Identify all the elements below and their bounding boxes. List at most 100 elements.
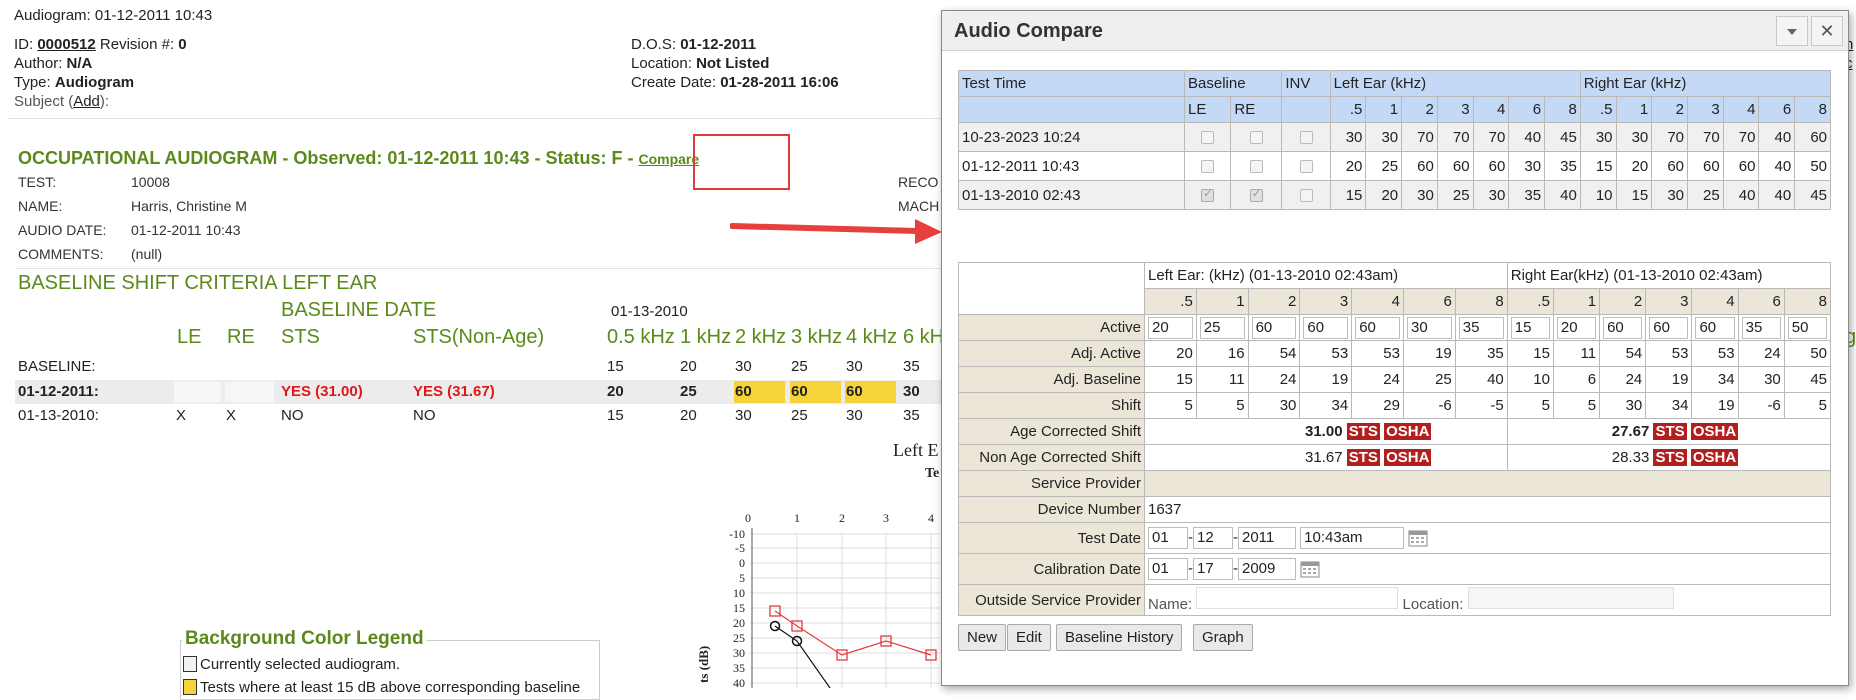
right-val: 70 [1651, 122, 1688, 152]
test-date-day-input[interactable]: 12 [1193, 527, 1233, 549]
legend-swatch-threshold [183, 679, 197, 695]
baseline-date-row-label: 01-13-2010: [18, 407, 99, 424]
edit-button[interactable]: Edit [1007, 624, 1051, 651]
age-corrected-right-value: 27.67 [1611, 423, 1650, 440]
graph-ytick-4: 10 [733, 586, 745, 600]
baseline-date-row-v1: 15 [607, 407, 624, 424]
id-label: ID: [14, 36, 34, 53]
outside-provider-fields: Name: Location: [1144, 584, 1831, 616]
selected-row-v2: 25 [680, 383, 697, 400]
calibration-day-input[interactable]: 17 [1193, 558, 1233, 580]
adj-baseline-left: 40 [1454, 366, 1508, 393]
baseline-row-v4: 25 [791, 358, 808, 375]
row-le-checkbox[interactable] [1183, 151, 1232, 181]
header-baseline: Baseline [1183, 70, 1283, 97]
calibration-year-input[interactable]: 2009 [1238, 558, 1296, 580]
divider [8, 118, 944, 119]
row-re-checkbox[interactable] [1230, 122, 1283, 152]
graph-ytick-8: 30 [733, 646, 745, 660]
graph-button[interactable]: Graph [1193, 624, 1253, 651]
calendar-icon[interactable] [1300, 560, 1320, 578]
test-date-month-input[interactable]: 01 [1148, 527, 1188, 549]
left-val: 40 [1544, 180, 1581, 210]
test-time-input[interactable]: 10:43am [1300, 527, 1405, 549]
subheader-le: LE [1183, 96, 1232, 123]
active-input-right[interactable]: 60 [1599, 314, 1647, 341]
service-provider-value[interactable] [1144, 470, 1831, 497]
graph-ytick-10: 40 [733, 676, 745, 688]
row-inv-checkbox[interactable] [1281, 151, 1331, 181]
active-input-left[interactable]: 60 [1299, 314, 1353, 341]
dos-value: 01-12-2011 [680, 36, 757, 53]
compare-row[interactable]: 10-23-2023 10:24 30 30 70 70 70 40 45 30… [958, 122, 1831, 152]
active-input-right[interactable]: 60 [1645, 314, 1693, 341]
osha-badge: OSHA [1690, 423, 1739, 440]
add-subject-link[interactable]: Add [73, 93, 100, 110]
selected-row-v4: 60 [791, 383, 808, 400]
adj-active-left: 35 [1454, 340, 1508, 367]
dos-line: D.O.S: 01-12-2011 [631, 36, 756, 53]
right-val: 20 [1615, 151, 1653, 181]
active-input-right[interactable]: 15 [1506, 314, 1554, 341]
active-input-left[interactable]: 30 [1402, 314, 1456, 341]
active-input-left[interactable]: 60 [1247, 314, 1301, 341]
col-sts: STS [281, 326, 320, 348]
selected-row-v1: 20 [607, 383, 624, 400]
active-input-right[interactable]: 60 [1691, 314, 1739, 341]
compare-row[interactable]: 01-12-2011 10:43 20 25 60 60 60 30 35 15… [958, 151, 1831, 181]
active-input-left[interactable]: 35 [1454, 314, 1508, 341]
outside-location-input[interactable] [1467, 587, 1674, 609]
row-inv-checkbox[interactable] [1281, 180, 1331, 210]
outside-name-input[interactable] [1196, 587, 1399, 609]
col-3khz: 3 kHz [791, 326, 843, 348]
service-provider-row: Service Provider [958, 470, 1831, 497]
row-re-checkbox[interactable] [1230, 180, 1283, 210]
author-value: N/A [66, 55, 93, 72]
close-icon[interactable]: ✕ [1811, 16, 1843, 46]
adj-baseline-right: 30 [1737, 366, 1785, 393]
baseline-history-button[interactable]: Baseline History [1056, 624, 1183, 651]
subject-end: ): [99, 93, 110, 110]
active-input-left[interactable]: 25 [1195, 314, 1249, 341]
adj-active-left: 20 [1144, 340, 1197, 367]
active-input-right[interactable]: 20 [1552, 314, 1601, 341]
calibration-month-input[interactable]: 01 [1148, 558, 1188, 580]
chevron-down-icon[interactable] [1776, 16, 1808, 46]
active-input-left[interactable]: 60 [1351, 314, 1404, 341]
adj-active-right: 50 [1783, 340, 1832, 367]
left-val: 30 [1365, 122, 1403, 152]
detail-freq-left: 4 [1351, 288, 1404, 315]
detail-freq-right: 4 [1691, 288, 1739, 315]
adj-baseline-left: 19 [1299, 366, 1353, 393]
graph-black-line [774, 625, 831, 688]
active-input-right[interactable]: 50 [1783, 314, 1832, 341]
active-input-left[interactable]: 20 [1144, 314, 1197, 341]
calibration-date-fields: 01-17-2009 [1144, 553, 1831, 585]
left-val: 30 [1329, 122, 1367, 152]
dialog-titlebar[interactable]: Audio Compare ✕ [942, 11, 1848, 51]
adj-active-right: 53 [1691, 340, 1739, 367]
row-le-checkbox[interactable] [1183, 180, 1232, 210]
id-link[interactable]: 0000512 [37, 36, 95, 53]
graph-ytick-1: -5 [735, 541, 745, 555]
row-re-checkbox[interactable] [1230, 151, 1283, 181]
baseline-date-row-le: X [176, 407, 187, 424]
compare-row[interactable]: 01-13-2010 02:43 15 20 30 25 30 35 40 10… [958, 180, 1831, 210]
baseline-date-heading: BASELINE DATE [281, 299, 437, 321]
row-inv-checkbox[interactable] [1281, 122, 1331, 152]
calendar-icon[interactable] [1408, 529, 1428, 547]
graph-ytick-3: 5 [739, 571, 745, 585]
row-le-checkbox[interactable] [1183, 122, 1232, 152]
new-button[interactable]: New [958, 624, 1007, 651]
shift-left: -5 [1454, 392, 1508, 419]
graph-ytick-0: -10 [729, 527, 745, 541]
audio-date-value: 01-12-2011 10:43 [131, 222, 241, 238]
test-date-year-input[interactable]: 2011 [1238, 527, 1296, 549]
compare-link[interactable]: Compare [638, 151, 699, 167]
active-input-right[interactable]: 35 [1737, 314, 1785, 341]
freq-left: 2 [1401, 96, 1438, 123]
shift-left: 34 [1299, 392, 1353, 419]
graph-ylabel: ts (dB) [696, 646, 711, 683]
create-date-value: 01-28-2011 16:06 [720, 74, 839, 91]
freq-left: 1 [1365, 96, 1403, 123]
